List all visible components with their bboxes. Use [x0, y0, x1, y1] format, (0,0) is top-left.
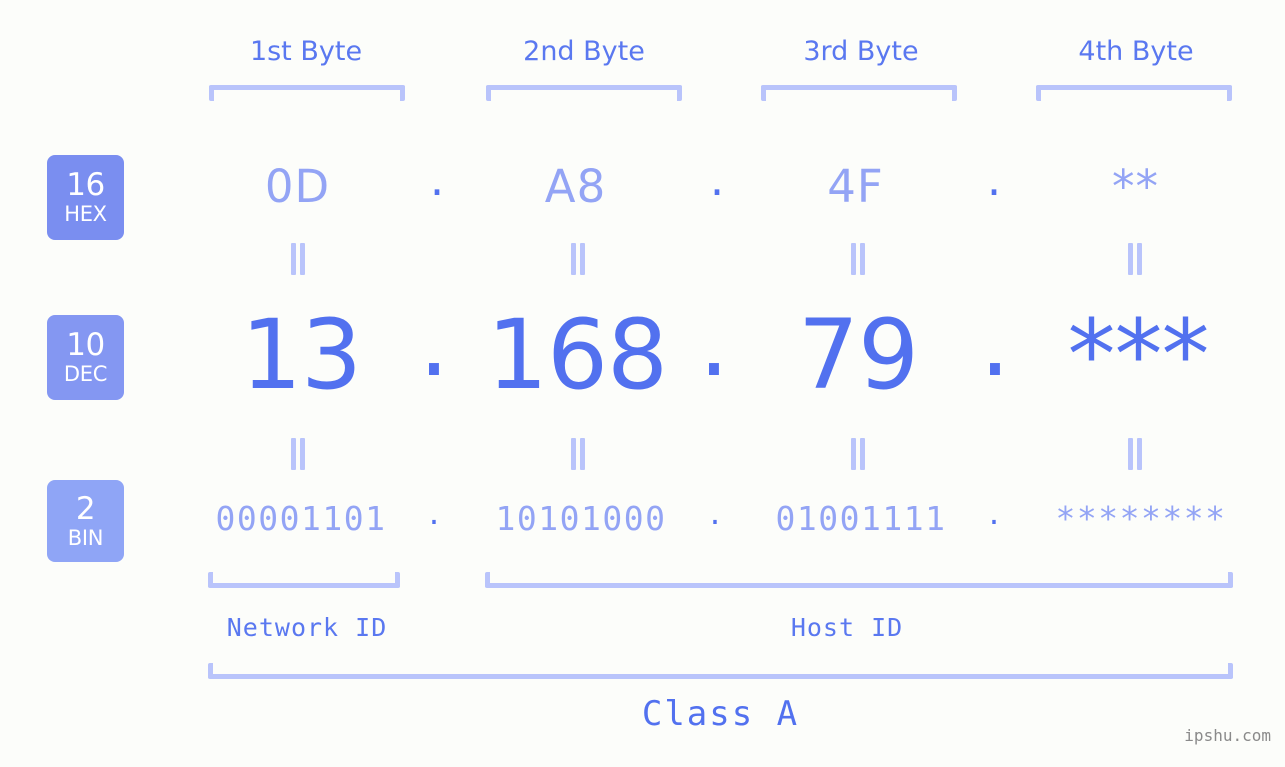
bin-byte-1: 00001101 — [215, 499, 387, 538]
dec-byte-1: 13 — [240, 299, 362, 411]
hex-separator-3: . — [986, 153, 1002, 206]
host-id-bracket — [485, 572, 1233, 588]
base-badge-dec-label: DEC — [63, 362, 108, 386]
equals-marker-hex-dec-2 — [568, 243, 588, 275]
hex-byte-2: A8 — [544, 160, 607, 213]
dec-byte-3: 79 — [797, 299, 919, 411]
dec-separator-2: . — [698, 286, 730, 398]
bin-separator-1: . — [428, 493, 440, 532]
byte-bracket-2 — [486, 85, 682, 101]
network-id-label: Network ID — [226, 613, 388, 642]
host-id-label: Host ID — [790, 613, 904, 642]
dec-byte-2: 168 — [486, 299, 668, 411]
network-id-bracket — [208, 572, 400, 588]
equals-marker-dec-bin-4 — [1125, 438, 1145, 470]
hex-byte-1: 0D — [264, 160, 331, 213]
base-badge-hex-label: HEX — [64, 202, 107, 226]
hex-byte-3: 4F — [827, 160, 884, 213]
equals-marker-hex-dec-4 — [1125, 243, 1145, 275]
dec-separator-3: . — [979, 286, 1011, 398]
bin-byte-3: 01001111 — [775, 499, 947, 538]
base-badge-bin-label: BIN — [67, 525, 104, 550]
ip-address-breakdown-diagram: 1st Byte 2nd Byte 3rd Byte 4th Byte 16 H… — [0, 0, 1285, 767]
byte-bracket-4 — [1036, 85, 1232, 101]
byte-header-1: 1st Byte — [249, 36, 363, 67]
base-badge-bin: 2 BIN — [47, 480, 124, 562]
class-label: Class A — [641, 694, 800, 734]
base-badge-hex: 16 HEX — [47, 155, 124, 240]
equals-marker-dec-bin-2 — [568, 438, 588, 470]
byte-header-3: 3rd Byte — [803, 36, 919, 67]
dec-byte-4: *** — [1067, 299, 1210, 411]
dec-separator-1: . — [418, 286, 450, 398]
byte-header-2: 2nd Byte — [523, 36, 645, 67]
hex-separator-2: . — [709, 153, 725, 206]
class-bracket — [208, 663, 1233, 679]
byte-header-4: 4th Byte — [1078, 36, 1194, 67]
equals-marker-hex-dec-3 — [848, 243, 868, 275]
equals-marker-dec-bin-1 — [288, 438, 308, 470]
bin-separator-2: . — [709, 493, 721, 532]
base-badge-bin-number: 2 — [75, 490, 96, 527]
bin-separator-3: . — [988, 493, 1000, 532]
bin-byte-2: 10101000 — [495, 499, 667, 538]
byte-bracket-1 — [209, 85, 405, 101]
equals-marker-hex-dec-1 — [288, 243, 308, 275]
bin-byte-4: ******** — [1055, 499, 1227, 538]
hex-separator-1: . — [429, 153, 445, 206]
base-badge-hex-number: 16 — [66, 167, 105, 203]
byte-bracket-3 — [761, 85, 957, 101]
base-badge-dec-number: 10 — [66, 327, 105, 363]
equals-marker-dec-bin-3 — [848, 438, 868, 470]
base-badge-dec: 10 DEC — [47, 315, 124, 400]
hex-byte-4: ** — [1112, 160, 1159, 213]
site-watermark: ipshu.com — [1184, 726, 1271, 745]
